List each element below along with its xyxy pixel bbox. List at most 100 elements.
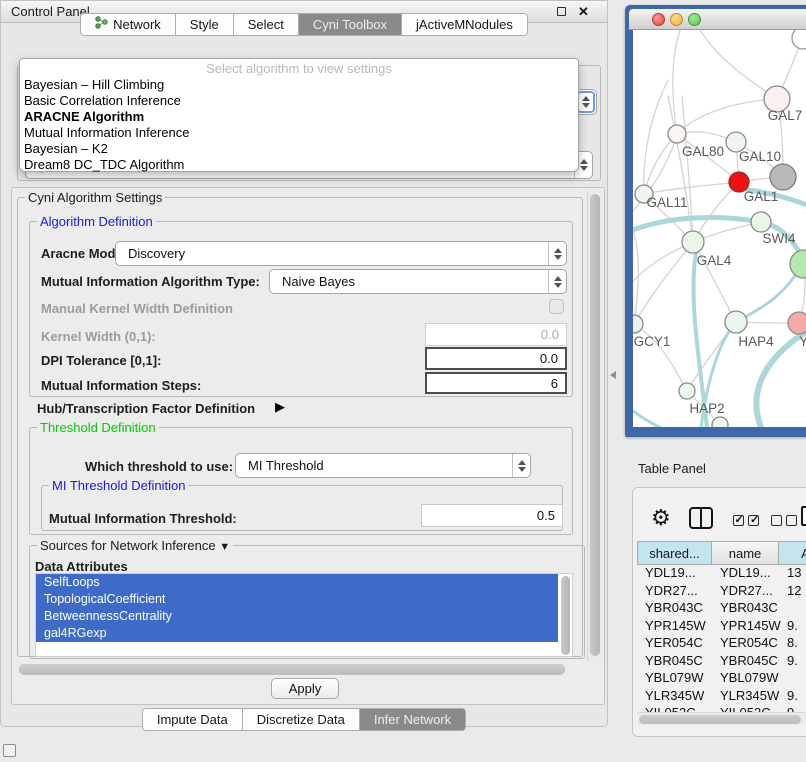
tab-label: Cyni Toolbox bbox=[313, 14, 387, 35]
unchecked-boxes-icon[interactable] bbox=[771, 513, 797, 531]
table-cell: 9. bbox=[787, 705, 798, 712]
table-hscrollbar-thumb[interactable] bbox=[639, 715, 801, 724]
table-row[interactable]: YBL079WYBL079W bbox=[637, 669, 806, 687]
mi-type-select[interactable]: Naive Bayes bbox=[269, 269, 567, 294]
tab-cyni-toolbox[interactable]: Cyni Toolbox bbox=[299, 13, 402, 36]
network-window-titlebar[interactable] bbox=[629, 9, 806, 30]
tab-style[interactable]: Style bbox=[176, 13, 234, 36]
network-edge[interactable] bbox=[644, 80, 668, 194]
algorithm-option[interactable]: Basic Correlation Inference bbox=[24, 93, 574, 109]
tab-infer-network[interactable]: Infer Network bbox=[360, 708, 466, 731]
manual-kernel-checkbox[interactable] bbox=[549, 299, 564, 314]
columns-icon[interactable] bbox=[689, 507, 713, 529]
network-node-hap2[interactable] bbox=[679, 383, 695, 399]
table-hscrollbar-track[interactable] bbox=[637, 712, 806, 725]
network-node[interactable] bbox=[712, 417, 728, 427]
network-node-swi4[interactable] bbox=[751, 212, 771, 232]
table-row[interactable]: YDL19...YDL19...13 bbox=[637, 564, 806, 582]
network-node-label: GAL10 bbox=[739, 149, 781, 164]
network-view-window[interactable]: GAL7GAL80GAL10GAL1GAL11SWI4GAL4GCY1HAP4Y… bbox=[625, 5, 806, 437]
network-edge[interactable] bbox=[700, 30, 777, 99]
network-node-label: SWI4 bbox=[762, 231, 795, 246]
settings-vscrollbar-thumb[interactable] bbox=[590, 194, 600, 656]
attribute-list-item[interactable]: TopologicalCoefficient bbox=[36, 591, 558, 608]
settings-vscrollbar-track[interactable] bbox=[587, 191, 602, 661]
network-node[interactable] bbox=[792, 30, 806, 49]
which-threshold-label: Which threshold to use: bbox=[85, 459, 233, 474]
table-row[interactable]: YBR045CYBR045C9. bbox=[637, 652, 806, 670]
table-cell: YBR043C bbox=[720, 600, 778, 615]
network-node[interactable] bbox=[770, 164, 796, 190]
cyni-mode-tabs: Impute Data Discretize DataInfer Network bbox=[1, 708, 607, 731]
table-row[interactable]: YER054CYER054C8. bbox=[637, 634, 806, 652]
tab-impute-data[interactable]: Impute Data bbox=[142, 708, 243, 731]
network-edge[interactable] bbox=[644, 134, 677, 194]
table-panel-title: Table Panel bbox=[638, 461, 706, 476]
attribute-list-item[interactable]: SelfLoops bbox=[36, 574, 558, 591]
tab-network[interactable]: Network bbox=[80, 13, 176, 36]
algorithm-option[interactable]: Mutual Information Inference bbox=[24, 125, 574, 141]
column-header-name[interactable]: name bbox=[712, 541, 779, 565]
column-header-shared[interactable]: shared... bbox=[637, 541, 712, 565]
tab-jactivemnodules[interactable]: jActiveMNodules bbox=[402, 13, 528, 36]
dropdown-placeholder: Select algorithm to view settings bbox=[20, 61, 578, 76]
gear-icon[interactable]: ⚙ bbox=[651, 507, 671, 529]
data-attributes-list[interactable]: SelfLoopsTopologicalCoefficientBetweenne… bbox=[35, 573, 573, 657]
kernel-width-field[interactable]: 0.0 bbox=[425, 323, 567, 346]
mi-threshold-field[interactable]: 0.5 bbox=[421, 504, 563, 527]
table-cell: YIL052C bbox=[720, 705, 771, 712]
network-node-label: HAP4 bbox=[738, 334, 774, 349]
list-scrollbar-thumb[interactable] bbox=[561, 576, 570, 655]
network-node-gcy1[interactable] bbox=[633, 315, 643, 333]
apply-button[interactable]: Apply bbox=[271, 678, 339, 699]
splitter-collapse-icon[interactable] bbox=[610, 371, 616, 379]
network-edge[interactable] bbox=[673, 30, 680, 134]
algorithm-option[interactable]: Bayesian – Hill Climbing bbox=[24, 77, 574, 93]
table-row[interactable]: YDR27...YDR27...12 bbox=[637, 582, 806, 600]
close-traffic-light-icon[interactable] bbox=[652, 13, 665, 26]
table-row[interactable]: YPR145WYPR145W9. bbox=[637, 617, 806, 635]
dpi-tolerance-field[interactable]: 0.0 bbox=[425, 347, 567, 370]
network-node-hap4[interactable] bbox=[725, 311, 747, 333]
which-threshold-select[interactable]: MI Threshold bbox=[235, 453, 531, 478]
table-cell: YPR145W bbox=[645, 618, 706, 633]
tab-discretize-data[interactable]: Discretize Data bbox=[243, 708, 360, 731]
sources-group-title[interactable]: Sources for Network Inference ▼ bbox=[37, 538, 233, 553]
group-title: MI Threshold Definition bbox=[49, 478, 188, 493]
mi-steps-field[interactable]: 6 bbox=[425, 372, 567, 394]
expand-right-icon[interactable]: ▶ bbox=[275, 399, 285, 415]
data-attributes-label: Data Attributes bbox=[35, 559, 128, 574]
aracne-mode-select[interactable]: Discovery bbox=[115, 241, 567, 266]
algorithm-option[interactable]: Dream8 DC_TDC Algorithm bbox=[24, 157, 574, 173]
network-edge[interactable] bbox=[677, 99, 777, 134]
network-node-label: GAL4 bbox=[697, 253, 732, 268]
minimize-traffic-light-icon[interactable] bbox=[670, 13, 683, 26]
table-row[interactable]: YBR043CYBR043C bbox=[637, 599, 806, 617]
page-icon[interactable] bbox=[801, 506, 806, 526]
tab-select[interactable]: Select bbox=[234, 13, 299, 36]
settings-hscrollbar-track[interactable] bbox=[17, 663, 583, 676]
network-node-gal4[interactable] bbox=[682, 231, 704, 253]
attribute-list-item[interactable]: gal4RGexp bbox=[36, 625, 558, 642]
panel-dock-icon[interactable] bbox=[3, 744, 16, 757]
algorithm-option[interactable]: ARACNE Algorithm bbox=[24, 109, 574, 125]
screen: Control Panel ✕ NetworkStyleSelectCyni T… bbox=[0, 0, 806, 762]
checked-boxes-icon[interactable] bbox=[733, 513, 759, 531]
network-edge[interactable] bbox=[644, 182, 739, 194]
table-row[interactable]: YLR345WYLR345W9. bbox=[637, 687, 806, 705]
tab-label: Impute Data bbox=[157, 709, 228, 730]
attribute-list-item[interactable]: BetweennessCentrality bbox=[36, 608, 558, 625]
network-node-gal80[interactable] bbox=[668, 125, 686, 143]
network-node[interactable] bbox=[790, 250, 806, 278]
zoom-traffic-light-icon[interactable] bbox=[688, 13, 701, 26]
hub-section-label[interactable]: Hub/Transcription Factor Definition bbox=[37, 401, 255, 416]
column-header-partial[interactable]: A bbox=[779, 541, 806, 565]
table-row[interactable]: YIL052CYIL052C9. bbox=[637, 704, 806, 712]
settings-hscrollbar-thumb[interactable] bbox=[19, 664, 565, 675]
network-node-label: GCY1 bbox=[634, 334, 671, 349]
network-node-yj[interactable] bbox=[788, 312, 806, 334]
network-edge[interactable] bbox=[634, 242, 693, 324]
network-canvas[interactable]: GAL7GAL80GAL10GAL1GAL11SWI4GAL4GCY1HAP4Y… bbox=[633, 30, 806, 427]
algorithm-option[interactable]: Bayesian – K2 bbox=[24, 141, 574, 157]
group-title: Cyni Algorithm Settings bbox=[25, 190, 165, 205]
